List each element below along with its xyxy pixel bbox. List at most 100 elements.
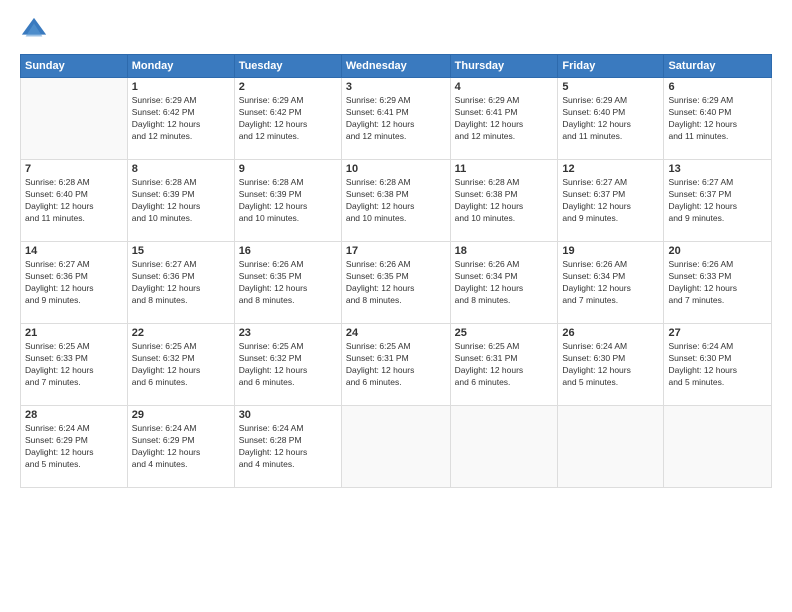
day-number: 29 <box>132 409 230 421</box>
day-number: 1 <box>132 81 230 93</box>
day-info: Sunrise: 6:25 AM Sunset: 6:31 PM Dayligh… <box>455 341 554 389</box>
calendar-cell: 8 Sunrise: 6:28 AM Sunset: 6:39 PM Daylig… <box>127 160 234 242</box>
day-info: Sunrise: 6:26 AM Sunset: 6:35 PM Dayligh… <box>346 259 446 307</box>
calendar-cell: 3Sunrise: 6:29 AM Sunset: 6:41 PM Daylig… <box>341 78 450 160</box>
day-header: Friday <box>558 55 664 78</box>
calendar: SundayMondayTuesdayWednesdayThursdayFrid… <box>20 54 772 488</box>
calendar-cell: 12 Sunrise: 6:27 AM Sunset: 6:37 PM Dayli… <box>558 160 664 242</box>
day-info: Sunrise: 6:29 AM Sunset: 6:42 PM Dayligh… <box>132 95 230 143</box>
day-number: 25 <box>455 327 554 339</box>
calendar-cell: 29 Sunrise: 6:24 AM Sunset: 6:29 PM Dayli… <box>127 406 234 488</box>
calendar-cell: 14 Sunrise: 6:27 AM Sunset: 6:36 PM Dayli… <box>21 242 128 324</box>
calendar-cell: 25 Sunrise: 6:25 AM Sunset: 6:31 PM Dayli… <box>450 324 558 406</box>
day-info: Sunrise: 6:26 AM Sunset: 6:33 PM Dayligh… <box>668 259 767 307</box>
calendar-cell: 15 Sunrise: 6:27 AM Sunset: 6:36 PM Dayli… <box>127 242 234 324</box>
day-info: Sunrise: 6:29 AM Sunset: 6:41 PM Dayligh… <box>455 95 554 143</box>
day-info: Sunrise: 6:29 AM Sunset: 6:42 PM Dayligh… <box>239 95 337 143</box>
day-number: 19 <box>562 245 659 257</box>
day-number: 7 <box>25 163 123 175</box>
day-info: Sunrise: 6:29 AM Sunset: 6:40 PM Dayligh… <box>668 95 767 143</box>
day-info: Sunrise: 6:25 AM Sunset: 6:33 PM Dayligh… <box>25 341 123 389</box>
day-number: 10 <box>346 163 446 175</box>
day-number: 21 <box>25 327 123 339</box>
day-number: 15 <box>132 245 230 257</box>
day-number: 26 <box>562 327 659 339</box>
week-row: 28 Sunrise: 6:24 AM Sunset: 6:29 PM Dayli… <box>21 406 772 488</box>
calendar-cell <box>450 406 558 488</box>
day-number: 13 <box>668 163 767 175</box>
day-info: Sunrise: 6:24 AM Sunset: 6:28 PM Dayligh… <box>239 423 337 471</box>
calendar-cell: 23Sunrise: 6:25 AM Sunset: 6:32 PM Dayli… <box>234 324 341 406</box>
calendar-header-row: SundayMondayTuesdayWednesdayThursdayFrid… <box>21 55 772 78</box>
day-info: Sunrise: 6:24 AM Sunset: 6:30 PM Dayligh… <box>668 341 767 389</box>
calendar-cell: 5Sunrise: 6:29 AM Sunset: 6:40 PM Daylig… <box>558 78 664 160</box>
day-info: Sunrise: 6:28 AM Sunset: 6:39 PM Dayligh… <box>132 177 230 225</box>
logo-icon <box>20 16 48 44</box>
day-number: 18 <box>455 245 554 257</box>
day-info: Sunrise: 6:24 AM Sunset: 6:30 PM Dayligh… <box>562 341 659 389</box>
day-number: 22 <box>132 327 230 339</box>
day-number: 12 <box>562 163 659 175</box>
day-number: 9 <box>239 163 337 175</box>
calendar-cell <box>558 406 664 488</box>
calendar-cell: 28Sunrise: 6:24 AM Sunset: 6:29 PM Dayli… <box>21 406 128 488</box>
day-info: Sunrise: 6:24 AM Sunset: 6:29 PM Dayligh… <box>132 423 230 471</box>
day-info: Sunrise: 6:27 AM Sunset: 6:36 PM Dayligh… <box>132 259 230 307</box>
day-number: 4 <box>455 81 554 93</box>
day-number: 17 <box>346 245 446 257</box>
week-row: 14 Sunrise: 6:27 AM Sunset: 6:36 PM Dayli… <box>21 242 772 324</box>
day-number: 23 <box>239 327 337 339</box>
calendar-cell: 17 Sunrise: 6:26 AM Sunset: 6:35 PM Dayli… <box>341 242 450 324</box>
calendar-cell: 21 Sunrise: 6:25 AM Sunset: 6:33 PM Dayli… <box>21 324 128 406</box>
day-number: 8 <box>132 163 230 175</box>
calendar-cell: 26 Sunrise: 6:24 AM Sunset: 6:30 PM Dayli… <box>558 324 664 406</box>
day-number: 6 <box>668 81 767 93</box>
logo <box>20 16 52 44</box>
day-info: Sunrise: 6:26 AM Sunset: 6:34 PM Dayligh… <box>562 259 659 307</box>
day-info: Sunrise: 6:28 AM Sunset: 6:40 PM Dayligh… <box>25 177 123 225</box>
day-number: 27 <box>668 327 767 339</box>
page: SundayMondayTuesdayWednesdayThursdayFrid… <box>0 0 792 612</box>
calendar-cell: 22 Sunrise: 6:25 AM Sunset: 6:32 PM Dayli… <box>127 324 234 406</box>
week-row: 7 Sunrise: 6:28 AM Sunset: 6:40 PM Daylig… <box>21 160 772 242</box>
day-info: Sunrise: 6:29 AM Sunset: 6:41 PM Dayligh… <box>346 95 446 143</box>
calendar-cell: 19 Sunrise: 6:26 AM Sunset: 6:34 PM Dayli… <box>558 242 664 324</box>
day-info: Sunrise: 6:28 AM Sunset: 6:39 PM Dayligh… <box>239 177 337 225</box>
week-row: 1 Sunrise: 6:29 AM Sunset: 6:42 PM Daylig… <box>21 78 772 160</box>
calendar-cell: 6 Sunrise: 6:29 AM Sunset: 6:40 PM Daylig… <box>664 78 772 160</box>
calendar-cell: 7 Sunrise: 6:28 AM Sunset: 6:40 PM Daylig… <box>21 160 128 242</box>
day-number: 16 <box>239 245 337 257</box>
day-info: Sunrise: 6:28 AM Sunset: 6:38 PM Dayligh… <box>455 177 554 225</box>
day-info: Sunrise: 6:28 AM Sunset: 6:38 PM Dayligh… <box>346 177 446 225</box>
day-header: Sunday <box>21 55 128 78</box>
calendar-cell: 18 Sunrise: 6:26 AM Sunset: 6:34 PM Dayli… <box>450 242 558 324</box>
day-number: 20 <box>668 245 767 257</box>
day-number: 30 <box>239 409 337 421</box>
day-number: 28 <box>25 409 123 421</box>
day-info: Sunrise: 6:25 AM Sunset: 6:32 PM Dayligh… <box>132 341 230 389</box>
calendar-cell: 4 Sunrise: 6:29 AM Sunset: 6:41 PM Daylig… <box>450 78 558 160</box>
calendar-cell: 1 Sunrise: 6:29 AM Sunset: 6:42 PM Daylig… <box>127 78 234 160</box>
calendar-cell <box>664 406 772 488</box>
day-info: Sunrise: 6:27 AM Sunset: 6:37 PM Dayligh… <box>562 177 659 225</box>
calendar-cell: 16Sunrise: 6:26 AM Sunset: 6:35 PM Dayli… <box>234 242 341 324</box>
calendar-cell: 30 Sunrise: 6:24 AM Sunset: 6:28 PM Dayli… <box>234 406 341 488</box>
calendar-cell: 9 Sunrise: 6:28 AM Sunset: 6:39 PM Daylig… <box>234 160 341 242</box>
day-number: 11 <box>455 163 554 175</box>
day-info: Sunrise: 6:29 AM Sunset: 6:40 PM Dayligh… <box>562 95 659 143</box>
day-header: Wednesday <box>341 55 450 78</box>
day-info: Sunrise: 6:27 AM Sunset: 6:37 PM Dayligh… <box>668 177 767 225</box>
day-info: Sunrise: 6:26 AM Sunset: 6:34 PM Dayligh… <box>455 259 554 307</box>
day-number: 24 <box>346 327 446 339</box>
calendar-cell <box>341 406 450 488</box>
week-row: 21 Sunrise: 6:25 AM Sunset: 6:33 PM Dayli… <box>21 324 772 406</box>
day-info: Sunrise: 6:25 AM Sunset: 6:31 PM Dayligh… <box>346 341 446 389</box>
day-header: Saturday <box>664 55 772 78</box>
header <box>20 16 772 44</box>
calendar-cell: 20 Sunrise: 6:26 AM Sunset: 6:33 PM Dayli… <box>664 242 772 324</box>
calendar-cell: 10 Sunrise: 6:28 AM Sunset: 6:38 PM Dayli… <box>341 160 450 242</box>
calendar-cell: 2 Sunrise: 6:29 AM Sunset: 6:42 PM Daylig… <box>234 78 341 160</box>
day-info: Sunrise: 6:27 AM Sunset: 6:36 PM Dayligh… <box>25 259 123 307</box>
day-number: 14 <box>25 245 123 257</box>
day-number: 2 <box>239 81 337 93</box>
